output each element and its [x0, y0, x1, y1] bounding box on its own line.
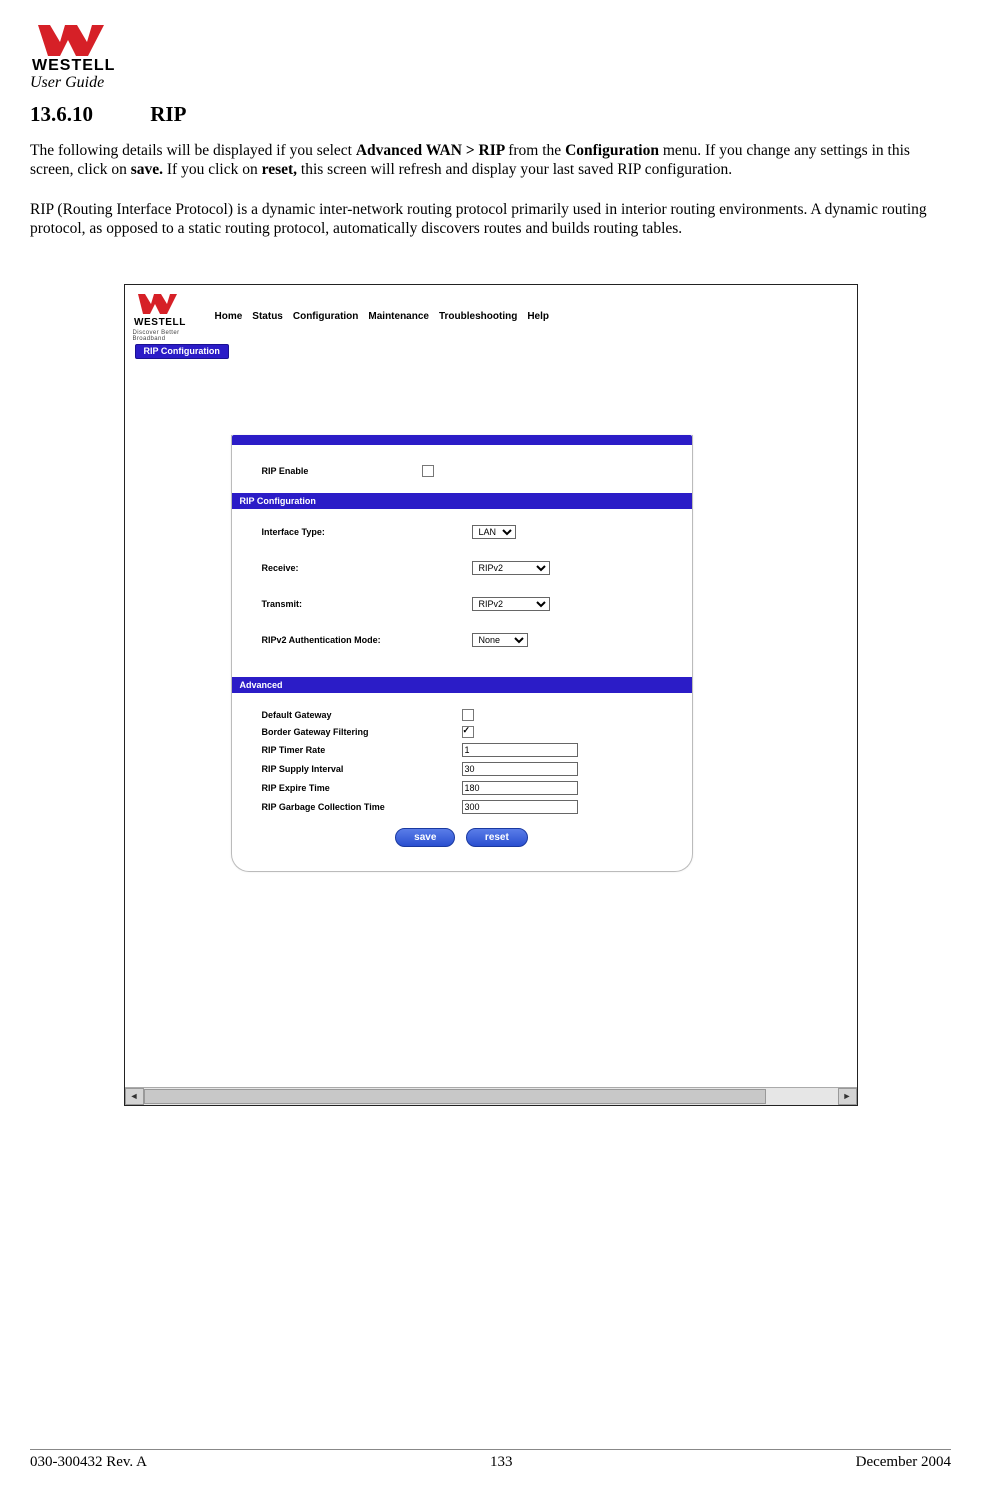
rip-enable-label: RIP Enable — [262, 466, 422, 476]
rip-config-header: RIP Configuration — [232, 493, 692, 509]
select-auth-mode[interactable]: None — [472, 633, 528, 647]
section-heading: 13.6.10 RIP — [30, 102, 951, 127]
menu-home[interactable]: Home — [215, 311, 243, 322]
scroll-thumb[interactable] — [144, 1089, 766, 1104]
save-button[interactable]: save — [395, 828, 455, 847]
select-transmit[interactable]: RIPv2 — [472, 597, 550, 611]
reset-button[interactable]: reset — [466, 828, 528, 847]
p1-b4: reset, — [262, 161, 297, 178]
p1-t1: The following details will be displayed … — [30, 142, 356, 159]
scroll-left-icon[interactable]: ◄ — [125, 1088, 144, 1105]
p1-t2: from the — [508, 142, 565, 159]
subtab-rip-configuration[interactable]: RIP Configuration — [135, 344, 229, 359]
label-transmit: Transmit: — [262, 599, 472, 609]
select-receive[interactable]: RIPv2 — [472, 561, 550, 575]
advanced-header: Advanced — [232, 677, 692, 693]
svg-text:WESTELL: WESTELL — [32, 57, 115, 72]
section-number: 13.6.10 — [30, 102, 145, 127]
row-default-gateway: Default Gateway — [262, 709, 662, 721]
p1-t5: this screen will refresh and display you… — [297, 161, 732, 178]
row-auth-mode: RIPv2 Authentication Mode: None — [262, 633, 662, 647]
panel-topbar — [232, 435, 692, 445]
paragraph-2: RIP (Routing Interface Protocol) is a dy… — [30, 200, 951, 239]
label-default-gateway: Default Gateway — [262, 710, 462, 720]
menu-help[interactable]: Help — [527, 311, 549, 322]
paragraph-1: The following details will be displayed … — [30, 141, 951, 180]
scroll-right-icon[interactable]: ► — [838, 1088, 857, 1105]
row-supply-interval: RIP Supply Interval — [262, 762, 662, 776]
input-garbage-time[interactable] — [462, 800, 578, 814]
input-timer-rate[interactable] — [462, 743, 578, 757]
row-expire-time: RIP Expire Time — [262, 781, 662, 795]
p1-t4: If you click on — [163, 161, 262, 178]
app-logo: WESTELL Discover Better Broadband — [133, 292, 203, 342]
select-interface-type[interactable]: LAN — [472, 525, 516, 539]
embedded-screenshot: WESTELL Discover Better Broadband Home S… — [124, 284, 858, 1106]
horizontal-scrollbar[interactable]: ◄ ► — [125, 1087, 857, 1105]
input-supply-interval[interactable] — [462, 762, 578, 776]
rip-enable-checkbox[interactable] — [422, 465, 434, 477]
input-expire-time[interactable] — [462, 781, 578, 795]
row-border-gateway: Border Gateway Filtering — [262, 726, 662, 738]
user-guide-label: User Guide — [30, 74, 951, 92]
label-receive: Receive: — [262, 563, 472, 573]
row-timer-rate: RIP Timer Rate — [262, 743, 662, 757]
footer-left: 030-300432 Rev. A — [30, 1454, 147, 1471]
subtab-row: RIP Configuration — [125, 341, 857, 359]
label-border-gateway: Border Gateway Filtering — [262, 727, 462, 737]
label-expire-time: RIP Expire Time — [262, 783, 462, 793]
page-logo: WESTELL — [30, 22, 951, 72]
footer-page-number: 133 — [490, 1454, 513, 1471]
checkbox-border-gateway[interactable] — [462, 726, 474, 738]
app-header: WESTELL Discover Better Broadband Home S… — [125, 285, 857, 343]
main-menu: Home Status Configuration Maintenance Tr… — [215, 311, 549, 322]
label-timer-rate: RIP Timer Rate — [262, 745, 462, 755]
svg-text:WESTELL: WESTELL — [134, 317, 186, 328]
footer-right: December 2004 — [856, 1454, 951, 1471]
page-footer: 030-300432 Rev. A 133 December 2004 — [30, 1449, 951, 1471]
menu-configuration[interactable]: Configuration — [293, 311, 359, 322]
row-transmit: Transmit: RIPv2 — [262, 597, 662, 611]
row-receive: Receive: RIPv2 — [262, 561, 662, 575]
config-panel: RIP Enable RIP Configuration Interface T… — [231, 435, 693, 872]
row-interface-type: Interface Type: LAN — [262, 525, 662, 539]
scroll-track[interactable] — [144, 1088, 838, 1105]
menu-troubleshooting[interactable]: Troubleshooting — [439, 311, 517, 322]
menu-status[interactable]: Status — [252, 311, 283, 322]
app-tagline: Discover Better Broadband — [133, 330, 203, 342]
label-supply-interval: RIP Supply Interval — [262, 764, 462, 774]
section-title-text: RIP — [150, 102, 186, 126]
p1-b2: Configuration — [565, 142, 663, 159]
p1-b1: Advanced WAN > RIP — [356, 142, 508, 159]
menu-maintenance[interactable]: Maintenance — [368, 311, 429, 322]
button-row: save reset — [262, 828, 662, 847]
row-garbage-time: RIP Garbage Collection Time — [262, 800, 662, 814]
label-garbage-time: RIP Garbage Collection Time — [262, 802, 462, 812]
p1-b3: save. — [131, 161, 163, 178]
checkbox-default-gateway[interactable] — [462, 709, 474, 721]
rip-enable-row: RIP Enable — [262, 465, 662, 477]
label-interface-type: Interface Type: — [262, 527, 472, 537]
label-auth-mode: RIPv2 Authentication Mode: — [262, 635, 472, 645]
